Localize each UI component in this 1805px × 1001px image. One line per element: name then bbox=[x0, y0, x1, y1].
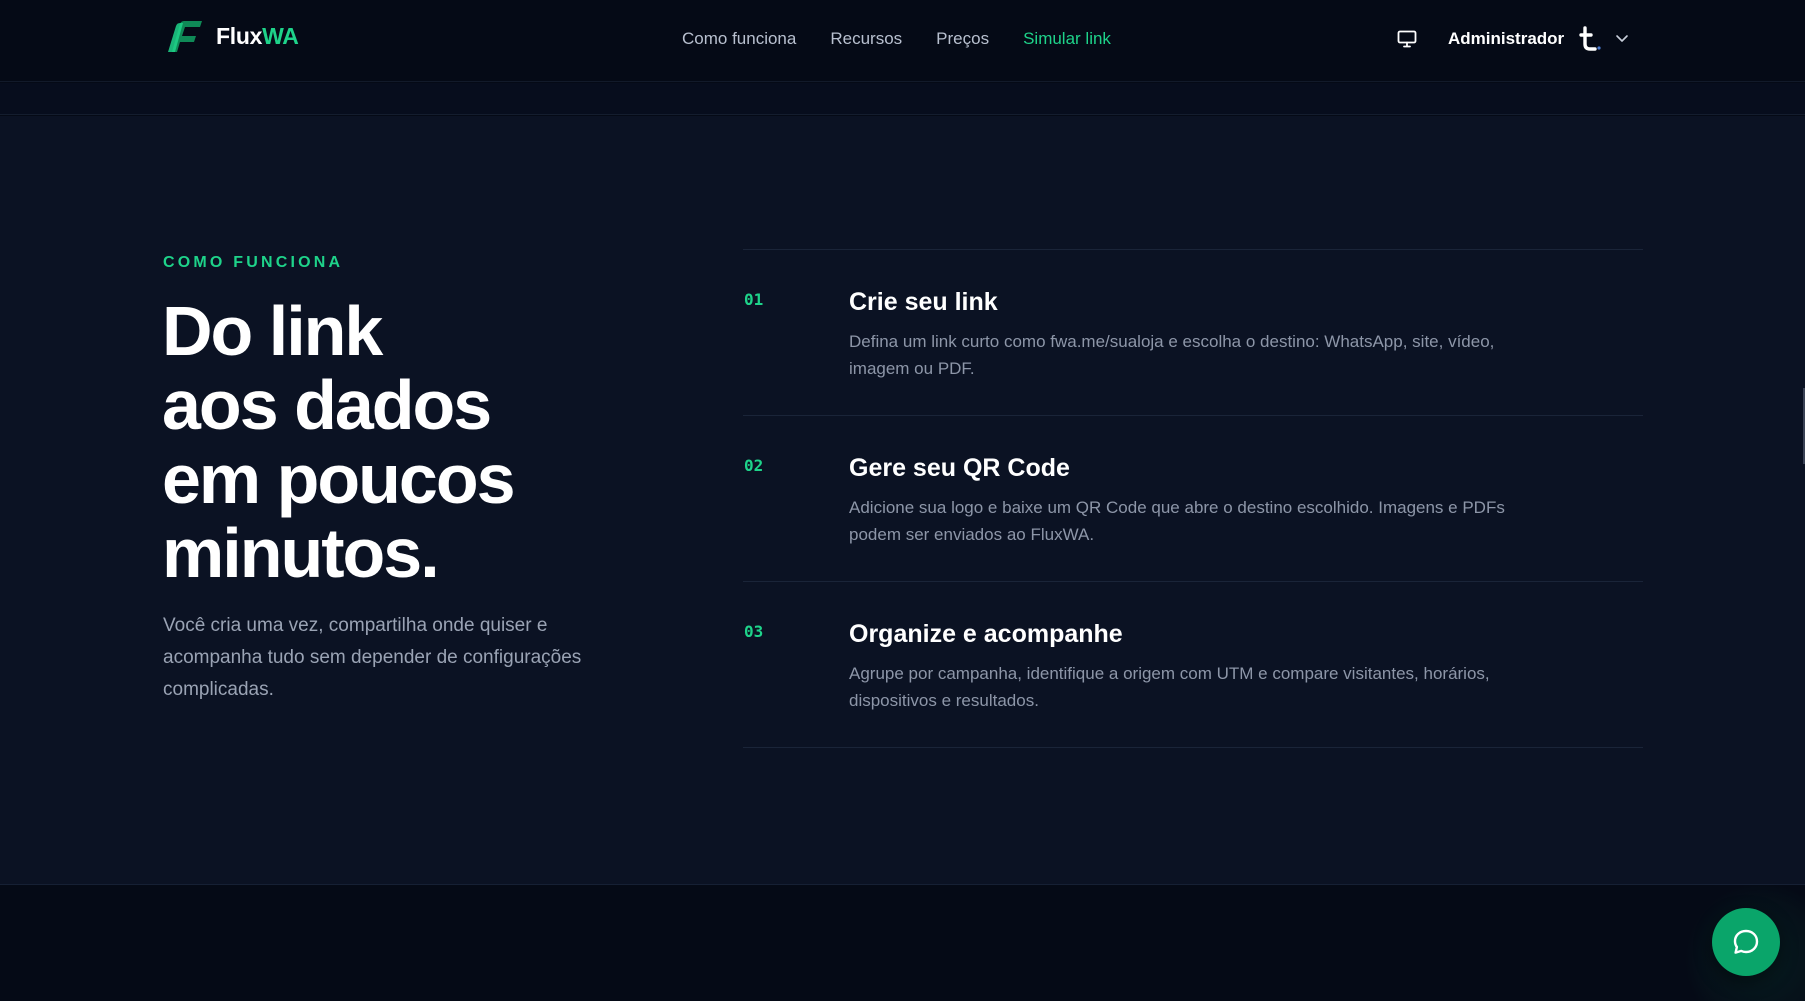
headline-line: aos dados bbox=[162, 366, 492, 444]
step-description: Agrupe por campanha, identifique a orige… bbox=[849, 664, 1490, 710]
chevron-down-icon[interactable] bbox=[1614, 30, 1630, 46]
top-navbar: FluxWA Como funciona Recursos Preços Sim… bbox=[0, 0, 1805, 82]
headline-line: Do link bbox=[162, 292, 383, 370]
step-item: 01 Crie seu link Defina um link curto co… bbox=[743, 250, 1643, 416]
step-title: Crie seu link bbox=[849, 288, 998, 316]
nav-simular-link[interactable]: Simular link bbox=[1023, 29, 1111, 49]
tumblr-t-icon[interactable] bbox=[1574, 24, 1604, 54]
chat-bubble-icon bbox=[1733, 929, 1759, 954]
step-description: Defina um link curto como fwa.me/sualoja… bbox=[849, 332, 1495, 378]
step-title: Gere seu QR Code bbox=[849, 454, 1070, 482]
nav-como-funciona[interactable]: Como funciona bbox=[682, 29, 796, 49]
step-description: Adicione sua logo e baixe um QR Code que… bbox=[849, 498, 1505, 544]
chat-button[interactable] bbox=[1712, 908, 1780, 976]
brand-logo[interactable]: FluxWA bbox=[164, 18, 299, 54]
step-number: 02 bbox=[744, 456, 764, 475]
section-headline: Do link aos dados em poucos minutos. bbox=[162, 294, 722, 590]
step-title: Organize e acompanhe bbox=[849, 620, 1123, 648]
brand-name: FluxWA bbox=[216, 23, 299, 50]
brand-name-flux: Flux bbox=[216, 22, 263, 49]
brand-name-wa: WA bbox=[262, 22, 299, 49]
page: FluxWA Como funciona Recursos Preços Sim… bbox=[0, 0, 1805, 1001]
section-divider-strip bbox=[0, 83, 1805, 115]
nav-precos[interactable]: Preços bbox=[936, 29, 989, 49]
monitor-icon[interactable] bbox=[1396, 28, 1418, 50]
flux-logo-icon bbox=[168, 21, 202, 52]
step-number: 03 bbox=[744, 622, 764, 641]
step-item: 02 Gere seu QR Code Adicione sua logo e … bbox=[743, 416, 1643, 582]
step-item: 03 Organize e acompanhe Agrupe por campa… bbox=[743, 582, 1643, 748]
user-name[interactable]: Administrador bbox=[1448, 29, 1564, 49]
headline-line: minutos. bbox=[162, 514, 440, 592]
headline-line: em poucos bbox=[162, 440, 516, 518]
main-nav: Como funciona Recursos Preços Simular li… bbox=[682, 29, 1111, 49]
steps-list: 01 Crie seu link Defina um link curto co… bbox=[743, 249, 1643, 748]
section-eyebrow: COMO FUNCIONA bbox=[163, 254, 344, 271]
step-number: 01 bbox=[744, 290, 764, 309]
section-lead: Você cria uma vez, compartilha onde quis… bbox=[163, 615, 582, 700]
nav-recursos[interactable]: Recursos bbox=[830, 29, 902, 49]
